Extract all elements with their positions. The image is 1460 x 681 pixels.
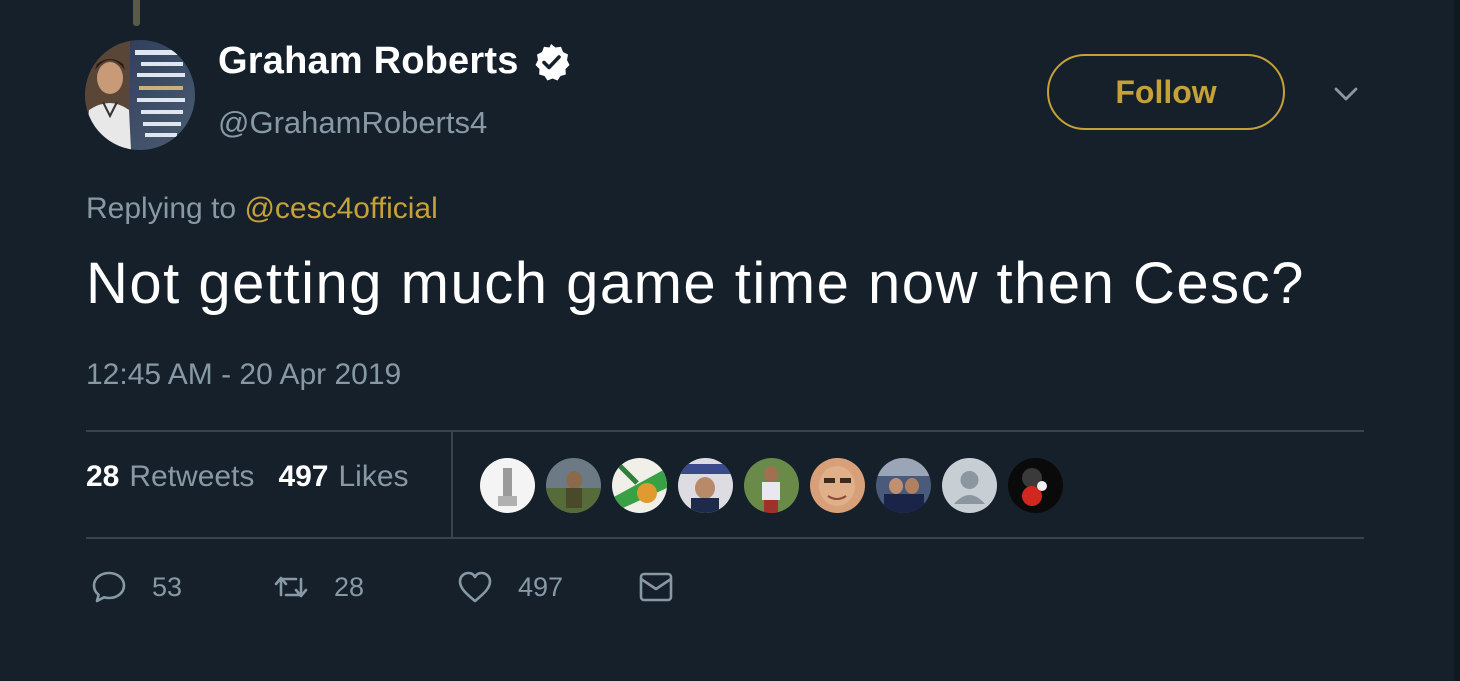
divider — [86, 430, 1364, 432]
retweet-icon — [274, 576, 308, 598]
reply-count: 53 — [152, 571, 183, 602]
stats-vertical-divider — [451, 432, 453, 537]
verified-badge-icon — [535, 43, 570, 80]
direct-message-button[interactable] — [637, 568, 675, 606]
retweets-stat-label: Retweets — [129, 460, 255, 493]
author-avatar[interactable] — [85, 40, 195, 150]
author-avatar-image — [85, 40, 195, 150]
liker-avatar-image — [480, 458, 535, 513]
like-button[interactable]: 497 — [456, 568, 637, 606]
engagement-stats: 28 Retweets 497 Likes — [86, 460, 409, 494]
replying-to-line: Replying to @cesc4official — [86, 192, 438, 226]
liker-avatar[interactable] — [1008, 458, 1063, 513]
author-handle[interactable]: @GrahamRoberts4 — [218, 105, 487, 141]
liker-avatar[interactable] — [546, 458, 601, 513]
divider — [86, 537, 1364, 539]
chevron-down-icon[interactable] — [1330, 78, 1362, 110]
retweets-stat-count: 28 — [86, 460, 120, 493]
liker-avatar-image — [612, 458, 667, 513]
liker-avatar-image — [744, 458, 799, 513]
thread-connector-line — [133, 0, 140, 26]
reply-button[interactable]: 53 — [90, 568, 272, 606]
reply-icon — [92, 571, 126, 603]
tweet-action-bar: 53 28 497 — [90, 568, 675, 606]
retweets-stat[interactable]: 28 Retweets — [86, 460, 254, 494]
author-display-name[interactable]: Graham Roberts — [218, 40, 519, 83]
replying-to-label: Replying to — [86, 192, 245, 225]
liker-avatar[interactable] — [612, 458, 667, 513]
liker-avatar-image — [810, 458, 865, 513]
default-avatar-icon — [942, 458, 997, 513]
liker-avatar[interactable] — [744, 458, 799, 513]
tweet-detail: Graham Roberts @GrahamRoberts4 Follow Re… — [0, 0, 1460, 681]
retweet-button[interactable]: 28 — [272, 568, 456, 606]
tweet-text: Not getting much game time now then Cesc… — [86, 251, 1305, 316]
retweet-count: 28 — [334, 571, 365, 602]
liker-avatar-image — [546, 458, 601, 513]
liker-avatar-image — [1008, 458, 1063, 513]
likes-stat-count: 497 — [278, 460, 329, 493]
heart-icon — [458, 571, 492, 603]
like-count: 497 — [518, 571, 564, 602]
liker-avatar-image — [876, 458, 931, 513]
liker-avatar[interactable] — [810, 458, 865, 513]
follow-button[interactable]: Follow — [1047, 54, 1285, 130]
likes-stat-label: Likes — [338, 460, 409, 493]
envelope-icon — [639, 572, 673, 602]
author-name-row: Graham Roberts — [218, 40, 571, 83]
liker-avatar-image — [678, 458, 733, 513]
liker-avatar[interactable] — [942, 458, 997, 513]
replying-to-mention-link[interactable]: @cesc4official — [244, 192, 437, 225]
liker-avatars — [480, 458, 1063, 513]
liker-avatar[interactable] — [480, 458, 535, 513]
likes-stat[interactable]: 497 Likes — [278, 460, 408, 494]
tweet-timestamp[interactable]: 12:45 AM - 20 Apr 2019 — [86, 358, 401, 392]
liker-avatar[interactable] — [678, 458, 733, 513]
liker-avatar[interactable] — [876, 458, 931, 513]
window-edge — [1454, 0, 1460, 681]
